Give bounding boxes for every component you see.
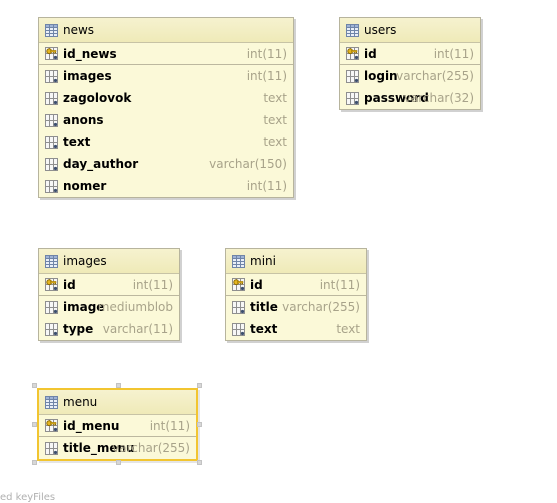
column-name: text <box>63 135 91 149</box>
key-column-icon <box>346 47 359 60</box>
column-type: int(11) <box>246 179 287 193</box>
column-name: images <box>63 69 112 83</box>
table-users[interactable]: users id int(11) login varchar(255) passwo… <box>339 17 481 110</box>
column-row-news-day_author[interactable]: day_author varchar(150) <box>39 153 293 175</box>
column-icon <box>346 69 359 83</box>
column-row-menu-id_menu[interactable]: id_menu int(11) <box>39 415 196 437</box>
column-row-news-id_news[interactable]: id_news int(11) <box>39 43 293 65</box>
column-icon <box>45 91 58 105</box>
table-icon <box>45 395 58 409</box>
column-name: day_author <box>63 157 139 171</box>
column-type: mediumblob <box>97 300 173 314</box>
column-type: text <box>336 322 360 336</box>
truncated-footer-text: ed keyFiles <box>0 492 56 503</box>
column-icon <box>45 300 58 314</box>
table-header-images[interactable]: images <box>39 249 179 274</box>
key-column-icon <box>232 278 245 291</box>
column-row-news-zagolovok[interactable]: zagolovok text <box>39 87 293 109</box>
column-row-news-images[interactable]: images int(11) <box>39 65 293 87</box>
table-icon <box>232 254 245 268</box>
key-column-icon <box>45 419 58 432</box>
column-row-images-image[interactable]: image mediumblob <box>39 296 179 318</box>
column-type: varchar(32) <box>403 91 474 105</box>
selection-handle-5[interactable] <box>197 422 202 427</box>
table-header-menu[interactable]: menu <box>39 390 196 415</box>
table-icon <box>45 23 58 37</box>
selection-handle-8[interactable] <box>197 460 202 465</box>
key-column-icon <box>45 47 58 60</box>
column-icon <box>45 322 58 336</box>
column-row-users-id[interactable]: id int(11) <box>340 43 480 65</box>
column-row-menu-title_menu[interactable]: title_menu varchar(255) <box>39 437 196 459</box>
table-menu[interactable]: menu id_menu int(11) title_menu varchar(25… <box>37 388 198 461</box>
column-icon <box>45 135 58 149</box>
table-title-menu: menu <box>63 395 98 409</box>
column-row-images-id[interactable]: id int(11) <box>39 274 179 296</box>
column-type: int(11) <box>246 46 287 61</box>
column-type: int(11) <box>433 46 474 61</box>
table-mini[interactable]: mini id int(11) title varchar(255) text tex… <box>225 248 367 341</box>
column-name: type <box>63 322 94 336</box>
selection-handle-6[interactable] <box>32 460 37 465</box>
selection-handle-1[interactable] <box>32 383 37 388</box>
table-images[interactable]: images id int(11) image mediumblob type var… <box>38 248 180 341</box>
column-row-users-login[interactable]: login varchar(255) <box>340 65 480 87</box>
column-name: id <box>250 277 263 292</box>
column-name: login <box>364 69 398 83</box>
column-name: title <box>250 300 278 314</box>
column-icon <box>45 157 58 171</box>
column-type: varchar(150) <box>209 157 287 171</box>
column-row-mini-title[interactable]: title varchar(255) <box>226 296 366 318</box>
column-name: id_menu <box>63 418 120 433</box>
column-row-mini-text[interactable]: text text <box>226 318 366 340</box>
column-row-news-text[interactable]: text text <box>39 131 293 153</box>
selection-handle-7[interactable] <box>116 460 121 465</box>
column-name: nomer <box>63 179 107 193</box>
column-name: id_news <box>63 46 117 61</box>
column-name: zagolovok <box>63 91 132 105</box>
selection-handle-3[interactable] <box>197 383 202 388</box>
table-header-mini[interactable]: mini <box>226 249 366 274</box>
column-row-users-password[interactable]: password varchar(32) <box>340 87 480 109</box>
column-row-news-nomer[interactable]: nomer int(11) <box>39 175 293 197</box>
column-icon <box>346 91 359 105</box>
column-type: varchar(255) <box>396 69 474 83</box>
column-type: varchar(11) <box>102 322 173 336</box>
table-title-news: news <box>63 23 95 37</box>
table-header-news[interactable]: news <box>39 18 293 43</box>
column-icon <box>45 179 58 193</box>
column-icon <box>45 441 58 455</box>
table-title-users: users <box>364 23 397 37</box>
column-name: anons <box>63 113 104 127</box>
table-icon <box>45 254 58 268</box>
column-name: id <box>63 277 76 292</box>
column-row-mini-id[interactable]: id int(11) <box>226 274 366 296</box>
column-icon <box>232 300 245 314</box>
column-icon <box>45 69 58 83</box>
table-title-mini: mini <box>250 254 276 268</box>
column-type: varchar(255) <box>282 300 360 314</box>
column-row-news-anons[interactable]: anons text <box>39 109 293 131</box>
column-type: int(11) <box>246 69 287 83</box>
column-type: varchar(255) <box>112 441 190 455</box>
column-icon <box>45 113 58 127</box>
column-row-images-type[interactable]: type varchar(11) <box>39 318 179 340</box>
column-type: text <box>263 113 287 127</box>
column-type: int(11) <box>319 277 360 292</box>
column-name: id <box>364 46 377 61</box>
column-type: text <box>263 91 287 105</box>
key-column-icon <box>45 278 58 291</box>
column-type: int(11) <box>149 418 190 433</box>
column-type: int(11) <box>132 277 173 292</box>
selection-handle-4[interactable] <box>32 422 37 427</box>
column-icon <box>232 322 245 336</box>
column-name: text <box>250 322 278 336</box>
selection-handle-2[interactable] <box>116 383 121 388</box>
table-header-users[interactable]: users <box>340 18 480 43</box>
table-icon <box>346 23 359 37</box>
column-type: text <box>263 135 287 149</box>
table-title-images: images <box>63 254 107 268</box>
table-news[interactable]: news id_news int(11) images int(11) zagolo… <box>38 17 294 198</box>
